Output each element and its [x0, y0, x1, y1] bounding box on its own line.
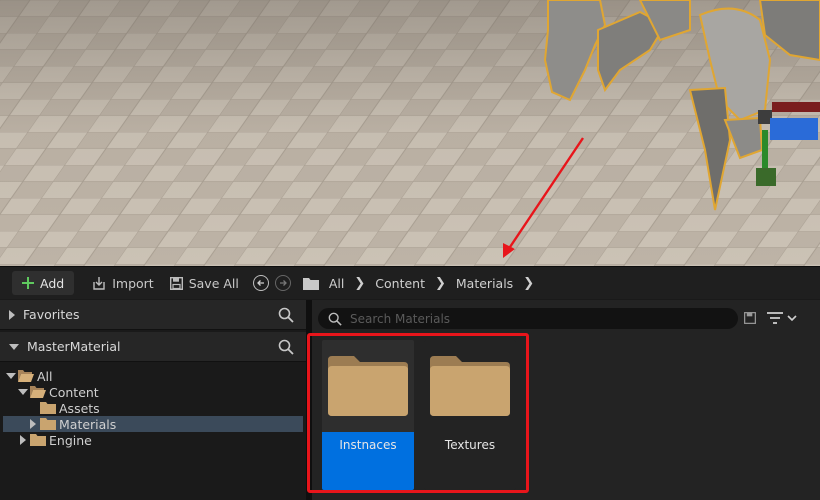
gizmo-center [758, 110, 772, 124]
mastermaterial-header[interactable]: MasterMaterial [0, 332, 306, 362]
sources-panel: Favorites MasterMaterial All Content Ass… [0, 300, 306, 500]
tree-item-label: Engine [49, 432, 92, 448]
breadcrumb-materials[interactable]: Materials [456, 276, 513, 291]
arrow-right-icon [279, 280, 287, 286]
folder-icon [40, 402, 56, 414]
back-button[interactable] [252, 275, 269, 291]
folder-icon [40, 418, 56, 430]
search-icon[interactable] [278, 307, 294, 323]
import-button[interactable]: Import [84, 271, 162, 295]
tree-item-label: Content [49, 384, 99, 400]
chevron-right-icon[interactable]: ❯ [523, 276, 534, 291]
search-bar[interactable] [318, 308, 738, 329]
collapse-arrow-icon[interactable] [18, 389, 28, 395]
content-browser-toolbar: Add Import Save All All ❯ Content ❯ Mate… [0, 266, 820, 299]
breadcrumb-content[interactable]: Content [375, 276, 425, 291]
favorites-header[interactable]: Favorites [0, 300, 306, 330]
save-search-icon[interactable] [744, 312, 756, 324]
chevron-right-icon[interactable]: ❯ [354, 276, 365, 291]
folder-icon [328, 356, 408, 416]
tree-item-label: Assets [59, 400, 100, 416]
folder-icon [430, 356, 510, 416]
expand-arrow-icon[interactable] [9, 309, 15, 320]
tree-item-assets[interactable]: Assets [3, 400, 303, 416]
search-icon [328, 312, 342, 326]
folder-icon [30, 434, 46, 446]
save-all-label: Save All [188, 275, 239, 291]
search-input[interactable] [350, 311, 710, 326]
tree-item-materials[interactable]: Materials [3, 416, 303, 432]
import-icon [93, 277, 105, 290]
asset-view-panel: Instnaces Textures [312, 300, 820, 500]
tree-item-engine[interactable]: Engine [3, 432, 303, 448]
search-icon[interactable] [278, 339, 294, 355]
folder-thumbnail [424, 340, 516, 432]
gizmo-green-axis [762, 130, 768, 170]
level-viewport[interactable] [0, 0, 820, 266]
import-label: Import [112, 275, 154, 291]
expand-arrow-icon[interactable] [30, 419, 36, 429]
folder-name: Instnaces [322, 432, 414, 490]
save-all-button[interactable]: Save All [162, 271, 247, 295]
collapse-arrow-icon[interactable] [6, 373, 16, 379]
folder-tile-instnaces[interactable]: Instnaces [322, 340, 414, 490]
folder-icon [302, 277, 319, 290]
folder-open-icon [18, 370, 34, 382]
forward-button[interactable] [274, 275, 291, 291]
breadcrumb-all[interactable]: All [329, 276, 345, 291]
folder-open-icon [30, 386, 46, 398]
tree-item-label: All [37, 368, 53, 384]
add-label: Add [40, 275, 65, 291]
folder-tree: All Content Assets Materials Engine [3, 362, 303, 448]
tree-item-content[interactable]: Content [3, 384, 303, 400]
viewport-render [0, 0, 820, 266]
tree-item-label: Materials [59, 416, 117, 432]
gizmo-blue-axis [770, 118, 818, 140]
favorites-label: Favorites [23, 307, 80, 322]
gizmo-red-axis [772, 102, 820, 112]
folder-name: Textures [424, 432, 516, 490]
chevron-right-icon[interactable]: ❯ [435, 276, 446, 291]
save-icon [169, 276, 183, 290]
folder-tile-textures[interactable]: Textures [424, 340, 516, 490]
folder-thumbnail [322, 340, 414, 432]
tree-item-all[interactable]: All [3, 368, 303, 384]
filter-icon[interactable] [767, 311, 797, 325]
expand-arrow-icon[interactable] [20, 435, 26, 445]
collapse-arrow-icon[interactable] [9, 343, 19, 350]
gizmo-green-handle [756, 168, 776, 186]
mastermaterial-label: MasterMaterial [27, 339, 121, 354]
add-button[interactable]: Add [12, 271, 75, 295]
plus-icon [22, 277, 34, 289]
arrow-left-icon [256, 280, 264, 286]
